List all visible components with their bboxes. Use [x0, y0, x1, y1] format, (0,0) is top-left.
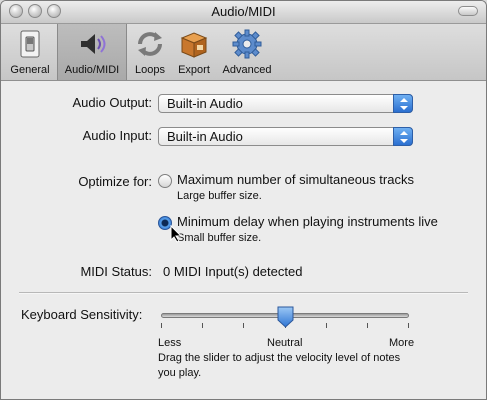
midi-status-value: 0 MIDI Input(s) detected	[163, 264, 303, 279]
popup-arrows-icon	[393, 127, 413, 146]
tab-export-label: Export	[178, 64, 210, 76]
audio-output-popup[interactable]: Built-in Audio	[158, 94, 413, 113]
slider-tick	[202, 323, 203, 328]
slider-tick	[408, 323, 409, 328]
mouse-pointer-icon	[170, 225, 182, 243]
tab-audio-midi-label: Audio/MIDI	[64, 64, 120, 76]
optimize-label: Optimize for:	[78, 174, 152, 189]
midi-status-label: MIDI Status:	[80, 264, 152, 279]
tab-advanced-label: Advanced	[222, 64, 272, 76]
keyboard-sensitivity-label: Keyboard Sensitivity:	[21, 307, 143, 322]
slider-tick	[367, 323, 368, 328]
box-icon	[180, 32, 208, 58]
slider-mid-label: Neutral	[267, 337, 303, 349]
optimize-tracks-note: Large buffer size.	[177, 190, 262, 202]
slider-tick	[243, 323, 244, 328]
tab-loops[interactable]: Loops	[129, 24, 171, 80]
optimize-delay-note: Small buffer size.	[177, 232, 262, 244]
switch-icon	[20, 30, 40, 58]
slider-help-line2: you play.	[158, 367, 202, 379]
sensitivity-slider-thumb[interactable]	[277, 306, 294, 328]
tab-audio-midi[interactable]: Audio/MIDI	[57, 24, 127, 80]
optimize-tracks-radio[interactable]	[158, 174, 172, 188]
separator	[19, 292, 468, 294]
popup-arrows-icon	[393, 94, 413, 113]
optimize-delay-label[interactable]: Minimum delay when playing instruments l…	[177, 214, 438, 229]
slider-min-label: Less	[158, 337, 182, 349]
optimize-tracks-label[interactable]: Maximum number of simultaneous tracks	[177, 172, 414, 187]
audio-input-popup[interactable]: Built-in Audio	[158, 127, 413, 146]
speaker-icon	[81, 34, 106, 54]
title-bar[interactable]: Audio/MIDI	[1, 1, 486, 24]
preferences-window: Audio/MIDI General Audio/MIDI Loops Expo…	[0, 0, 487, 400]
slider-max-label: More	[389, 337, 415, 349]
slider-help-line1: Drag the slider to adjust the velocity l…	[158, 352, 401, 364]
audio-input-value: Built-in Audio	[167, 129, 243, 144]
window-title: Audio/MIDI	[211, 4, 276, 19]
toolbar: General Audio/MIDI Loops Export Advanced	[1, 24, 486, 81]
gear-icon	[232, 29, 262, 59]
tab-advanced[interactable]: Advanced	[217, 24, 277, 80]
audio-output-value: Built-in Audio	[167, 96, 243, 111]
slider-tick	[161, 323, 162, 328]
slider-tick	[326, 323, 327, 328]
tab-general-label: General	[10, 64, 50, 76]
tab-general[interactable]: General	[5, 24, 55, 80]
audio-output-label: Audio Output:	[72, 95, 153, 110]
tab-export[interactable]: Export	[173, 24, 215, 80]
tab-loops-label: Loops	[135, 64, 165, 76]
audio-input-label: Audio Input:	[82, 128, 152, 143]
loop-arrows-icon	[138, 32, 162, 56]
toolbar-toggle-button[interactable]	[458, 6, 478, 16]
